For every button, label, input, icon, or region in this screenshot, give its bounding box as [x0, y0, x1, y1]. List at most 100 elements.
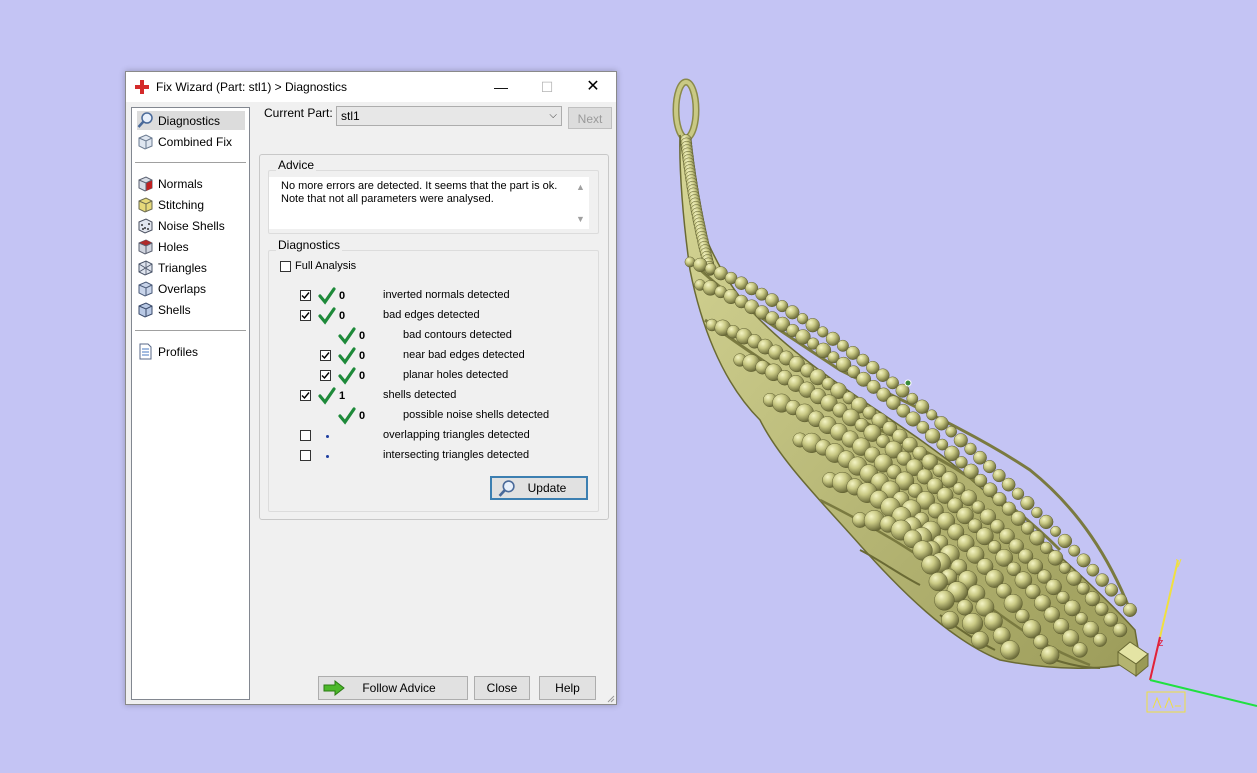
nav-label: Profiles	[158, 344, 199, 359]
check-icon	[338, 407, 356, 425]
nav-label: Normals	[158, 176, 203, 191]
nav-label: Stitching	[158, 197, 205, 212]
green-arrow-icon	[323, 680, 345, 696]
check-icon	[318, 287, 336, 305]
nav-item-noise-shells[interactable]: Noise Shells	[137, 216, 245, 235]
bad-contours-label: bad contours detected	[403, 329, 512, 341]
bad-edges-checkbox[interactable]	[300, 310, 311, 321]
full-analysis-checkbox[interactable]	[280, 261, 291, 272]
check-icon	[318, 307, 336, 325]
nav-label: Overlaps	[158, 281, 207, 296]
nav-item-stitching[interactable]: Stitching	[137, 195, 245, 214]
minimize-button[interactable]: —	[478, 72, 524, 102]
axis-z-label: z	[1158, 637, 1164, 649]
nav-item-profiles[interactable]: Profiles	[137, 342, 245, 361]
not-analysed-dot-icon	[326, 435, 329, 438]
cube-blue-icon	[138, 302, 153, 318]
nav-item-triangles[interactable]: Triangles	[137, 258, 245, 277]
nav-label: Noise Shells	[158, 218, 225, 233]
cube-yellow-icon	[138, 197, 153, 213]
magnifier-icon	[137, 112, 153, 128]
cube-icon	[138, 134, 153, 150]
close-button[interactable]: Close	[474, 676, 530, 700]
3d-viewport[interactable]: y z	[640, 60, 1257, 773]
nav-item-shells[interactable]: Shells	[137, 300, 245, 319]
magnifier-icon	[498, 480, 515, 497]
nav-item-overlaps[interactable]: Overlaps	[137, 279, 245, 298]
nav-label: Holes	[158, 239, 189, 254]
advice-line-2: Note that not all parameters were analys…	[281, 193, 494, 205]
chevron-down-icon: ⌵	[549, 110, 557, 121]
overlapping-triangles-checkbox[interactable]	[300, 430, 311, 441]
maximize-button[interactable]: ☐	[524, 72, 570, 102]
not-analysed-dot-icon	[326, 455, 329, 458]
diagnostics-title: Diagnostics	[276, 238, 343, 252]
current-part-label: Current Part:	[264, 106, 333, 120]
overlapping-triangles-label: overlapping triangles detected	[383, 429, 530, 441]
triangles-icon	[138, 260, 153, 276]
nav-label: Combined Fix	[158, 134, 233, 149]
nav-label: Diagnostics	[158, 113, 221, 128]
planar-holes-checkbox[interactable]	[320, 370, 331, 381]
inverted-normals-label: inverted normals detected	[383, 289, 510, 301]
shells-count: 1	[339, 390, 346, 402]
planar-holes-label: planar holes detected	[403, 369, 509, 381]
scroll-down-icon[interactable]: ▼	[576, 213, 585, 226]
title-bar[interactable]: Fix Wizard (Part: stl1) > Diagnostics — …	[126, 72, 616, 102]
axis-y-label: y	[1176, 556, 1182, 568]
near-bad-edges-checkbox[interactable]	[320, 350, 331, 361]
wing-pendant-model[interactable]	[672, 78, 1149, 678]
help-button[interactable]: Help	[539, 676, 596, 700]
shells-label: shells detected	[383, 389, 457, 401]
nav-label: Triangles	[158, 260, 207, 275]
red-cross-icon	[135, 80, 149, 94]
follow-advice-button[interactable]: Follow Advice	[318, 676, 468, 700]
cube-red-icon	[138, 176, 153, 192]
cube-overlap-icon	[138, 281, 153, 297]
update-label: Update	[527, 481, 567, 495]
near-bad-edges-count: 0	[359, 350, 366, 362]
nav-divider	[135, 330, 246, 331]
bad-contours-count: 0	[359, 330, 366, 342]
full-analysis-label: Full Analysis	[295, 260, 357, 272]
document-icon	[139, 343, 152, 360]
follow-advice-label: Follow Advice	[362, 681, 436, 695]
check-icon	[338, 327, 356, 345]
nav-divider	[135, 162, 246, 163]
intersecting-triangles-label: intersecting triangles detected	[383, 449, 530, 461]
nav-item-diagnostics[interactable]: Diagnostics	[137, 111, 245, 130]
near-bad-edges-label: near bad edges detected	[403, 349, 525, 361]
noise-shells-count: 0	[359, 410, 366, 422]
inverted-normals-checkbox[interactable]	[300, 290, 311, 301]
check-icon	[338, 347, 356, 365]
advice-text-area: No more errors are detected. It seems th…	[269, 177, 589, 229]
planar-holes-count: 0	[359, 370, 366, 382]
cube-holes-icon	[138, 239, 153, 255]
wizard-navigation: Diagnostics Combined Fix Normals Stitchi…	[131, 107, 250, 700]
nav-item-holes[interactable]: Holes	[137, 237, 245, 256]
nav-item-combined-fix[interactable]: Combined Fix	[137, 132, 245, 151]
advice-scrollbar[interactable]: ▲ ▼	[572, 177, 589, 229]
fix-wizard-dialog: Fix Wizard (Part: stl1) > Diagnostics — …	[125, 71, 617, 705]
check-icon	[338, 367, 356, 385]
axis-gizmo: y z	[1146, 556, 1257, 713]
next-button[interactable]: Next	[568, 107, 612, 129]
update-button[interactable]: Update	[490, 476, 588, 500]
window-title: Fix Wizard (Part: stl1) > Diagnostics	[156, 80, 348, 94]
advice-title: Advice	[276, 158, 317, 172]
current-part-select[interactable]: stl1 ⌵	[336, 106, 562, 126]
resize-grip-icon[interactable]	[605, 693, 615, 703]
scroll-up-icon[interactable]: ▲	[576, 181, 585, 194]
close-window-button[interactable]: ✕	[570, 72, 616, 102]
intersecting-triangles-checkbox[interactable]	[300, 450, 311, 461]
shells-checkbox[interactable]	[300, 390, 311, 401]
noise-shells-label: possible noise shells detected	[403, 409, 550, 421]
current-part-value: stl1	[341, 109, 360, 123]
bad-edges-count: 0	[339, 310, 346, 322]
inverted-normals-count: 0	[339, 290, 346, 302]
cube-dots-icon	[138, 218, 153, 234]
nav-item-normals[interactable]: Normals	[137, 174, 245, 193]
nav-label: Shells	[158, 302, 191, 317]
advice-line-1: No more errors are detected. It seems th…	[281, 180, 558, 192]
check-icon	[318, 387, 336, 405]
